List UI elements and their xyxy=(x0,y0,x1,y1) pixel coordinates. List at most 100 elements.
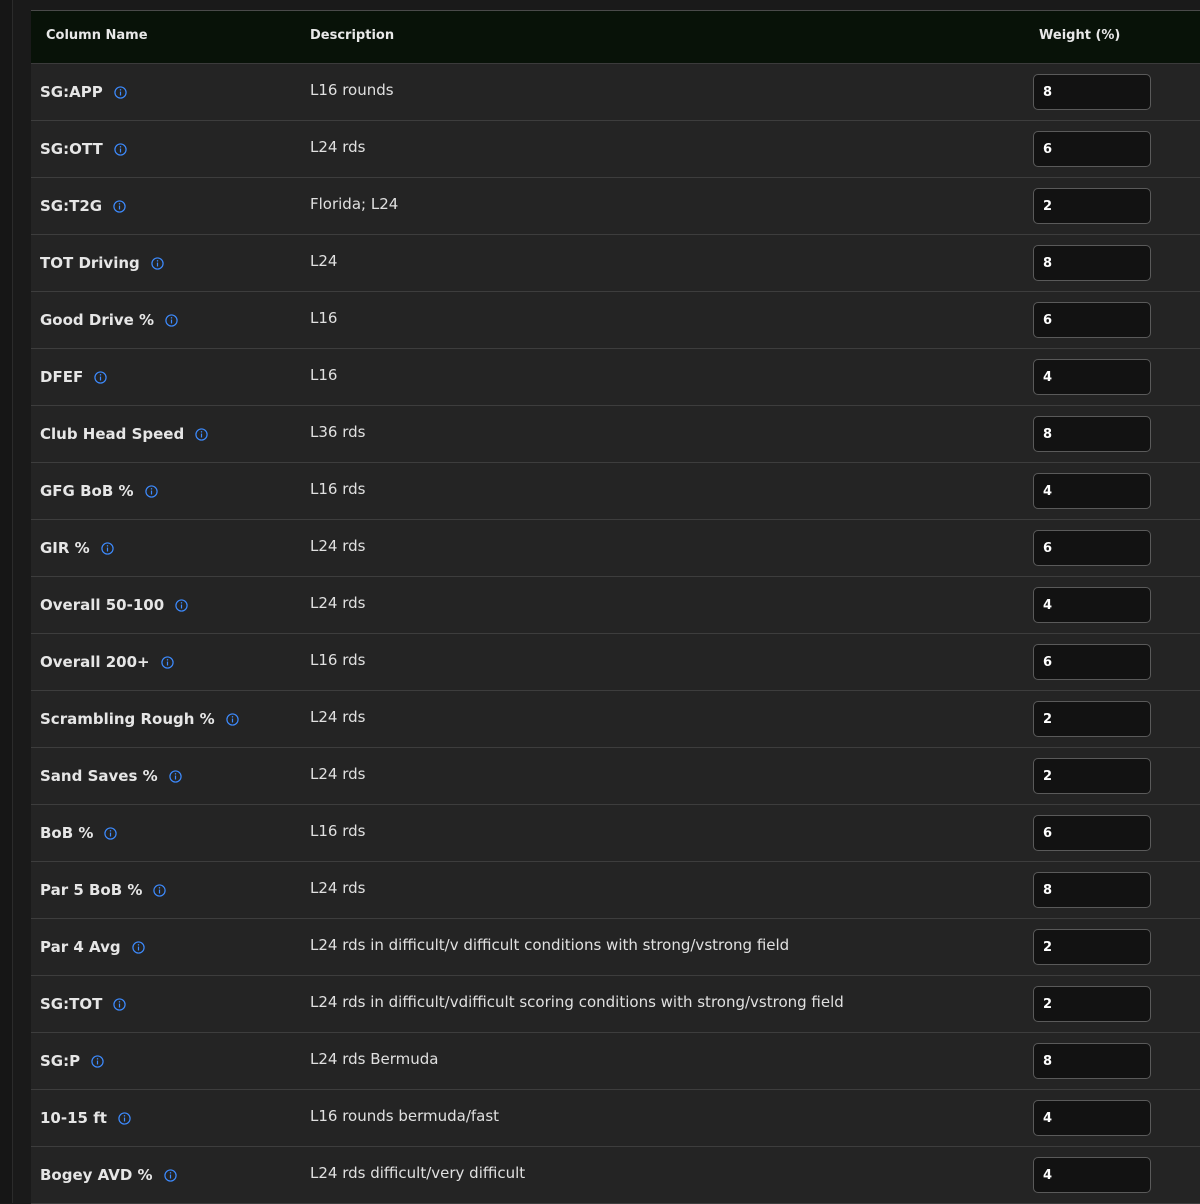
info-icon[interactable] xyxy=(91,1054,104,1068)
table-row: Club Head Speed L36 rds xyxy=(31,406,1200,463)
column-name-text: Overall 50-100 xyxy=(40,596,165,614)
info-icon[interactable] xyxy=(175,598,188,612)
info-icon[interactable] xyxy=(195,427,208,441)
description-cell: L16 rds xyxy=(310,480,366,498)
weight-input[interactable] xyxy=(1033,1100,1151,1136)
table-row: SG:T2G Florida; L24 xyxy=(31,178,1200,235)
weight-input[interactable] xyxy=(1033,74,1151,110)
weight-input[interactable] xyxy=(1033,1157,1151,1193)
column-name-text: BoB % xyxy=(40,824,94,842)
table-row: Bogey AVD % L24 rds difficult/very diffic… xyxy=(31,1147,1200,1204)
weight-input[interactable] xyxy=(1033,758,1151,794)
column-name-cell: Bogey AVD % xyxy=(40,1147,177,1203)
weight-input[interactable] xyxy=(1033,644,1151,680)
header-column-name: Column Name xyxy=(46,28,148,43)
info-icon[interactable] xyxy=(114,142,127,156)
weight-input[interactable] xyxy=(1033,359,1151,395)
weight-cell xyxy=(1033,530,1151,566)
info-icon[interactable] xyxy=(114,85,127,99)
weight-input[interactable] xyxy=(1033,1043,1151,1079)
description-cell: Florida; L24 xyxy=(310,195,399,213)
description-cell: L16 rds xyxy=(310,822,366,840)
description-cell: L16 rds xyxy=(310,651,366,669)
column-name-text: Overall 200+ xyxy=(40,653,150,671)
column-name-cell: 10-15 ft xyxy=(40,1090,131,1146)
table-row: Par 4 Avg L24 rds in difficult/v difficul… xyxy=(31,919,1200,976)
column-name-cell: Par 5 BoB % xyxy=(40,862,167,918)
weight-input[interactable] xyxy=(1033,530,1151,566)
column-name-text: SG:P xyxy=(40,1052,81,1070)
column-name-text: Scrambling Rough % xyxy=(40,710,215,728)
info-icon[interactable] xyxy=(153,883,167,897)
description-cell: L24 rds xyxy=(310,765,366,783)
description-cell: L24 rds in difficult/vdifficult scoring … xyxy=(310,993,844,1011)
info-icon[interactable] xyxy=(226,712,239,726)
table-row: Good Drive % L16 xyxy=(31,292,1200,349)
column-name-cell: SG:TOT xyxy=(40,976,127,1032)
description-cell: L24 rds xyxy=(310,537,366,555)
weight-input[interactable] xyxy=(1033,131,1151,167)
info-icon[interactable] xyxy=(131,940,145,954)
weight-cell xyxy=(1033,644,1151,680)
weight-input[interactable] xyxy=(1033,701,1151,737)
info-icon[interactable] xyxy=(101,541,114,555)
info-icon[interactable] xyxy=(94,370,107,384)
table-row: TOT Driving L24 xyxy=(31,235,1200,292)
weight-input[interactable] xyxy=(1033,188,1151,224)
header-weight: Weight (%) xyxy=(1039,28,1121,43)
column-name-cell: SG:T2G xyxy=(40,178,126,234)
info-icon[interactable] xyxy=(113,997,127,1011)
info-icon[interactable] xyxy=(160,655,174,669)
info-icon[interactable] xyxy=(144,484,158,498)
table-row: SG:APP L16 rounds xyxy=(31,64,1200,121)
info-icon[interactable] xyxy=(165,313,178,327)
column-name-text: 10-15 ft xyxy=(40,1109,107,1127)
table-row: Sand Saves % L24 rds xyxy=(31,748,1200,805)
weight-cell xyxy=(1033,359,1151,395)
column-name-text: Par 4 Avg xyxy=(40,938,121,956)
weight-cell xyxy=(1033,1100,1151,1136)
weights-table: Column Name Description Weight (%) SG:AP… xyxy=(31,10,1200,1204)
weight-input[interactable] xyxy=(1033,587,1151,623)
column-name-cell: Club Head Speed xyxy=(40,406,208,462)
info-icon[interactable] xyxy=(104,826,118,840)
weight-input[interactable] xyxy=(1033,815,1151,851)
weight-input[interactable] xyxy=(1033,416,1151,452)
description-cell: L16 rounds xyxy=(310,81,394,99)
description-cell: L24 rds difficult/very difficult xyxy=(310,1164,526,1182)
description-cell: L16 xyxy=(310,366,338,384)
column-name-text: Par 5 BoB % xyxy=(40,881,143,899)
column-name-cell: BoB % xyxy=(40,805,118,861)
weight-cell xyxy=(1033,986,1151,1022)
info-icon[interactable] xyxy=(163,1168,177,1182)
info-icon[interactable] xyxy=(118,1111,131,1125)
description-cell: L24 rds xyxy=(310,879,366,897)
description-cell: L36 rds xyxy=(310,423,366,441)
left-gutter xyxy=(0,0,13,1203)
column-name-cell: TOT Driving xyxy=(40,235,164,291)
column-name-text: GIR % xyxy=(40,539,90,557)
column-name-text: SG:TOT xyxy=(40,995,103,1013)
weight-input[interactable] xyxy=(1033,302,1151,338)
description-cell: L16 rounds bermuda/fast xyxy=(310,1107,500,1125)
weight-cell xyxy=(1033,929,1151,965)
weight-input[interactable] xyxy=(1033,929,1151,965)
info-icon[interactable] xyxy=(168,769,182,783)
column-name-cell: Overall 50-100 xyxy=(40,577,188,633)
description-cell: L24 rds xyxy=(310,138,366,156)
table-header: Column Name Description Weight (%) xyxy=(31,11,1200,64)
column-name-cell: Good Drive % xyxy=(40,292,178,348)
info-icon[interactable] xyxy=(151,256,164,270)
weight-cell xyxy=(1033,701,1151,737)
weight-input[interactable] xyxy=(1033,245,1151,281)
column-name-cell: SG:APP xyxy=(40,64,127,120)
weight-input[interactable] xyxy=(1033,872,1151,908)
column-name-text: Sand Saves % xyxy=(40,767,158,785)
table-row: DFEF L16 xyxy=(31,349,1200,406)
table-row: Par 5 BoB % L24 rds xyxy=(31,862,1200,919)
weight-input[interactable] xyxy=(1033,986,1151,1022)
info-icon[interactable] xyxy=(113,199,126,213)
weight-cell xyxy=(1033,1157,1151,1193)
weight-input[interactable] xyxy=(1033,473,1151,509)
table-body: SG:APP L16 rounds SG:OTT L24 rds SG:T2G Flori… xyxy=(31,64,1200,1204)
